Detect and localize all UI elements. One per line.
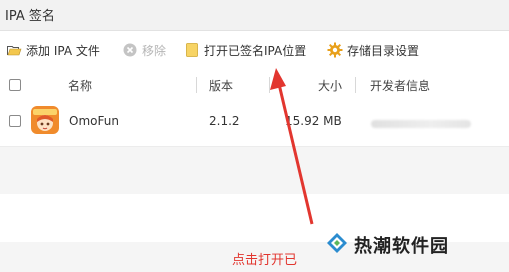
watermark: 热潮软件园 — [326, 232, 449, 258]
watermark-text: 热潮软件园 — [354, 236, 449, 257]
annotation-text: 点击打开已 — [232, 253, 298, 268]
watermark-logo-icon — [326, 232, 348, 258]
